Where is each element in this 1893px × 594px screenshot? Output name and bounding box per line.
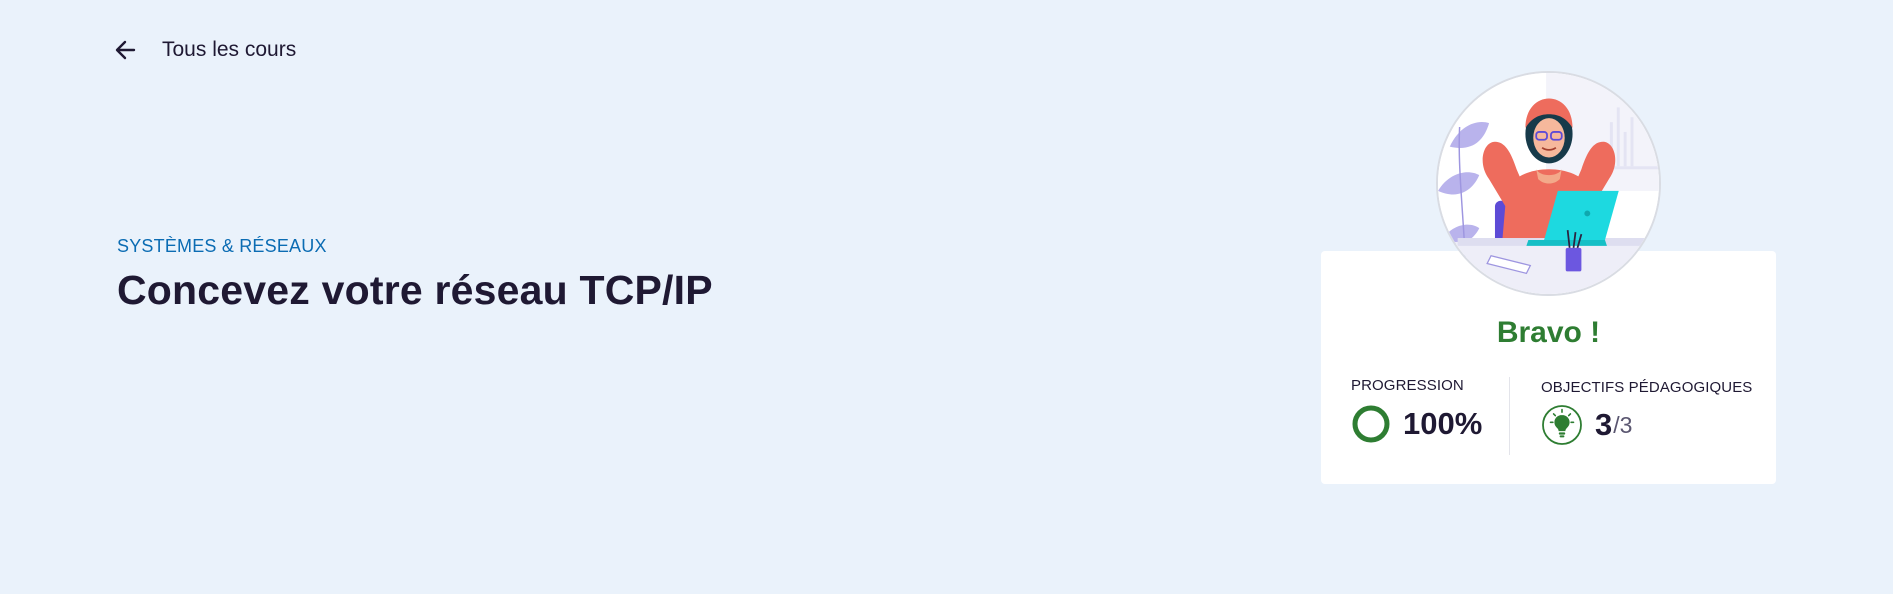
arrow-left-icon bbox=[112, 36, 140, 64]
objectives-label: OBJECTIFS PÉDAGOGIQUES bbox=[1541, 379, 1753, 396]
progress-ring-icon bbox=[1352, 405, 1390, 443]
objectives-total: /3 bbox=[1613, 411, 1633, 438]
progression-value: 100% bbox=[1403, 406, 1483, 441]
stats-divider bbox=[1509, 377, 1510, 455]
objectives-done: 3 bbox=[1595, 407, 1613, 442]
course-category: SYSTÈMES & RÉSEAUX bbox=[117, 236, 327, 256]
course-header: SYSTÈMES & RÉSEAUX Concevez votre réseau… bbox=[117, 236, 713, 314]
progression-label: PROGRESSION bbox=[1351, 377, 1464, 394]
course-title: Concevez votre réseau TCP/IP bbox=[117, 267, 713, 313]
back-link-label: Tous les cours bbox=[162, 38, 297, 61]
congrats-message: Bravo ! bbox=[1496, 316, 1601, 349]
objectives-stat: OBJECTIFS PÉDAGOGIQUES 3 /3 bbox=[1541, 379, 1752, 446]
progression-stat: PROGRESSION 100% bbox=[1351, 377, 1482, 444]
lightbulb-icon bbox=[1542, 405, 1582, 445]
page: Tous les cours SYSTÈMES & RÉSEAUX Concev… bbox=[0, 0, 1893, 594]
relaxed-person-illustration bbox=[1436, 71, 1661, 296]
back-to-courses-link[interactable]: Tous les cours bbox=[112, 36, 296, 64]
